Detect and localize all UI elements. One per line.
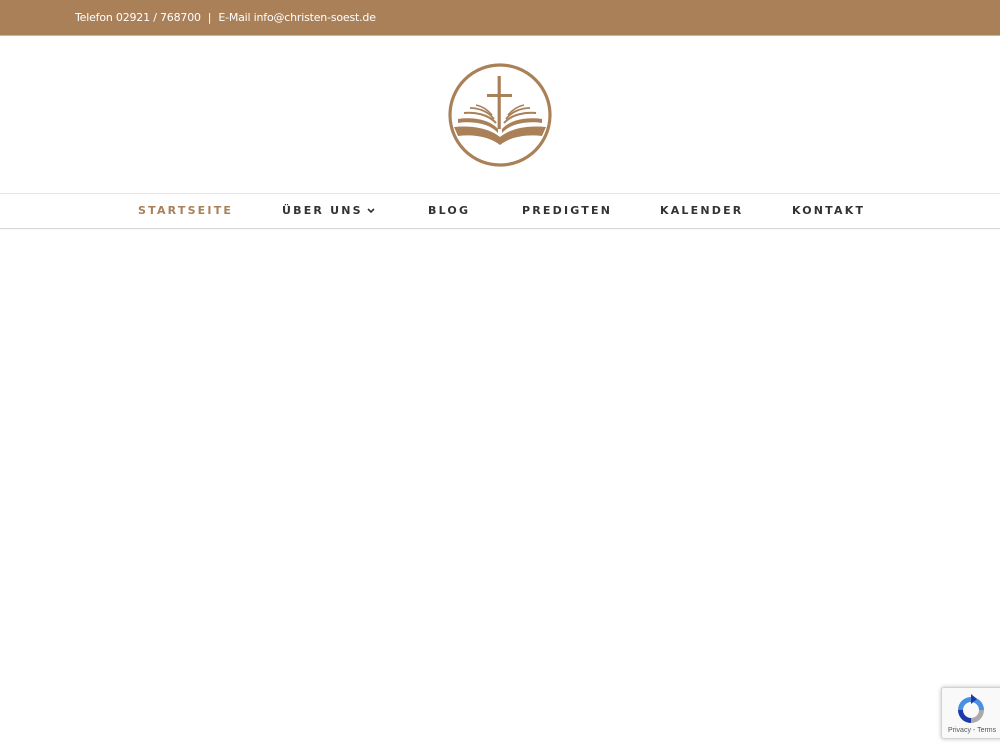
nav-item-kontakt[interactable]: KONTAKT (792, 194, 865, 228)
email-link[interactable]: E-Mail info@christen-soest.de (218, 11, 376, 24)
nav-label: PREDIGTEN (522, 204, 613, 217)
cross-bible-logo-icon (448, 63, 552, 167)
recaptcha-terms-link[interactable]: Terms (977, 727, 996, 734)
nav-item-startseite[interactable]: STARTSEITE (138, 194, 233, 228)
nav-item-ueber-uns[interactable]: ÜBER UNS (282, 194, 375, 228)
nav-item-predigten[interactable]: PREDIGTEN (522, 194, 612, 228)
contact-separator: | (207, 11, 212, 24)
main-navigation: STARTSEITE ÜBER UNS BLOG PREDIGTEN KALEN… (0, 193, 1000, 229)
contact-info: Telefon 02921 / 768700 | E-Mail info@chr… (75, 11, 376, 24)
site-logo[interactable] (446, 61, 554, 169)
recaptcha-privacy-link[interactable]: Privacy (948, 727, 971, 734)
nav-label: KONTAKT (792, 204, 866, 217)
top-contact-bar: Telefon 02921 / 768700 | E-Mail info@chr… (0, 0, 1000, 36)
recaptcha-links: Privacy - Terms (948, 727, 996, 734)
nav-label: BLOG (428, 204, 471, 217)
phone-link[interactable]: Telefon 02921 / 768700 (75, 11, 201, 24)
recaptcha-separator: - (972, 727, 976, 734)
nav-item-blog[interactable]: BLOG (428, 194, 470, 228)
nav-label: STARTSEITE (138, 204, 234, 217)
recaptcha-badge[interactable]: Privacy - Terms (941, 687, 1000, 739)
nav-label: ÜBER UNS (282, 204, 363, 217)
nav-item-kalender[interactable]: KALENDER (660, 194, 743, 228)
chevron-down-icon (367, 195, 375, 229)
nav-label: KALENDER (660, 204, 744, 217)
recaptcha-icon (958, 694, 984, 723)
